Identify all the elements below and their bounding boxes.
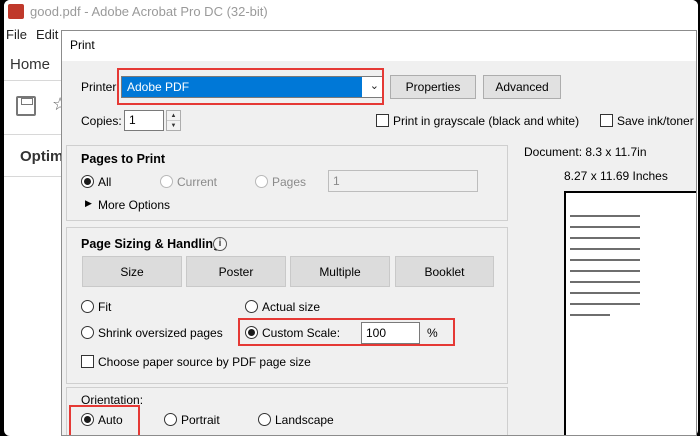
radio-custom-scale-label: Custom Scale:: [262, 326, 341, 340]
save-icon[interactable]: [16, 96, 36, 116]
radio-fit[interactable]: [81, 300, 94, 313]
custom-scale-input[interactable]: 100: [361, 322, 420, 344]
preview-text-line: [570, 259, 640, 261]
divider: [4, 80, 64, 81]
acrobat-window-title: good.pdf - Adobe Acrobat Pro DC (32-bit): [30, 4, 268, 19]
radio-actual-size-label: Actual size: [262, 300, 321, 314]
printer-select-value: Adobe PDF: [122, 77, 362, 97]
preview-text-line: [570, 226, 640, 228]
radio-custom-scale[interactable]: [245, 326, 258, 339]
acrobat-menubar: File Edit: [4, 24, 64, 46]
copies-label: Copies:: [81, 114, 122, 128]
orientation-heading: Orientation:: [81, 393, 144, 407]
preview-text-line: [570, 303, 640, 305]
preview-text-line: [570, 237, 640, 239]
divider: [4, 134, 64, 135]
print-preview-area: Document: 8.3 x 11.7in 8.27 x 11.69 Inch…: [514, 143, 696, 435]
radio-portrait-label: Portrait: [181, 413, 220, 427]
radio-fit-label: Fit: [98, 300, 112, 314]
grayscale-label: Print in grayscale (black and white): [393, 114, 580, 128]
preview-page: [564, 191, 696, 435]
print-dialog: Print Printer: Adobe PDF ⌄ Properties Ad…: [61, 30, 697, 436]
printer-label: Printer:: [81, 80, 120, 94]
multiple-button[interactable]: Multiple: [290, 256, 390, 287]
stepper-down-icon[interactable]: ▼: [167, 121, 180, 131]
pages-to-print-heading: Pages to Print: [81, 152, 166, 166]
more-options-link[interactable]: More Options: [98, 198, 170, 212]
radio-orientation-auto[interactable]: [81, 413, 94, 426]
preview-text-line: [570, 248, 640, 250]
menu-edit[interactable]: Edit: [36, 27, 58, 42]
radio-shrink-oversized[interactable]: [81, 326, 94, 339]
preview-text-line: [570, 292, 640, 294]
paper-size-text: 8.27 x 11.69 Inches: [564, 169, 668, 183]
dialog-title: Print: [70, 38, 95, 52]
booklet-button[interactable]: Booklet: [395, 256, 494, 287]
divider: [4, 176, 64, 177]
radio-current[interactable]: [160, 175, 173, 188]
radio-all-label: All: [98, 175, 112, 189]
expand-triangle-icon[interactable]: ▶: [85, 198, 92, 209]
document-size-text: Document: 8.3 x 11.7in: [524, 145, 647, 159]
grayscale-checkbox[interactable]: [376, 114, 389, 127]
radio-orientation-portrait[interactable]: [164, 413, 177, 426]
radio-actual-size[interactable]: [245, 300, 258, 313]
radio-landscape-label: Landscape: [275, 413, 334, 427]
radio-orientation-landscape[interactable]: [258, 413, 271, 426]
preview-text-line: [570, 314, 610, 316]
radio-current-label: Current: [177, 175, 218, 189]
acrobat-titlebar: good.pdf - Adobe Acrobat Pro DC (32-bit): [4, 0, 698, 24]
copies-stepper[interactable]: ▲ ▼: [166, 110, 181, 131]
dialog-titlebar: Print: [62, 31, 696, 61]
tab-home[interactable]: Home: [10, 56, 50, 73]
save-ink-checkbox[interactable]: [600, 114, 613, 127]
choose-paper-source-checkbox[interactable]: [81, 355, 94, 368]
pages-range-input[interactable]: 1: [328, 170, 478, 192]
size-button[interactable]: Size: [82, 256, 182, 287]
save-ink-label: Save ink/toner: [617, 114, 694, 128]
poster-button[interactable]: Poster: [186, 256, 286, 287]
page-sizing-heading: Page Sizing & Handling: [81, 237, 221, 251]
preview-text-line: [570, 215, 640, 217]
acrobat-app-icon: [8, 4, 24, 19]
radio-shrink-label: Shrink oversized pages: [98, 326, 223, 340]
radio-auto-label: Auto: [98, 413, 123, 427]
info-icon[interactable]: i: [213, 237, 227, 251]
preview-text-line: [570, 270, 640, 272]
radio-pages-label: Pages: [272, 175, 307, 189]
advanced-button[interactable]: Advanced: [483, 75, 561, 99]
menu-file[interactable]: File: [6, 27, 27, 42]
preview-text-line: [570, 281, 640, 283]
radio-all[interactable]: [81, 175, 94, 188]
printer-select[interactable]: Adobe PDF ⌄: [121, 76, 383, 98]
radio-pages[interactable]: [255, 175, 268, 188]
copies-input[interactable]: 1: [124, 110, 164, 131]
percent-sign: %: [427, 326, 438, 340]
properties-button[interactable]: Properties: [390, 75, 476, 99]
stepper-up-icon[interactable]: ▲: [167, 111, 180, 121]
chevron-down-icon[interactable]: ⌄: [370, 79, 379, 92]
choose-paper-source-label: Choose paper source by PDF page size: [98, 355, 311, 369]
optimize-heading: Optim: [20, 148, 64, 165]
